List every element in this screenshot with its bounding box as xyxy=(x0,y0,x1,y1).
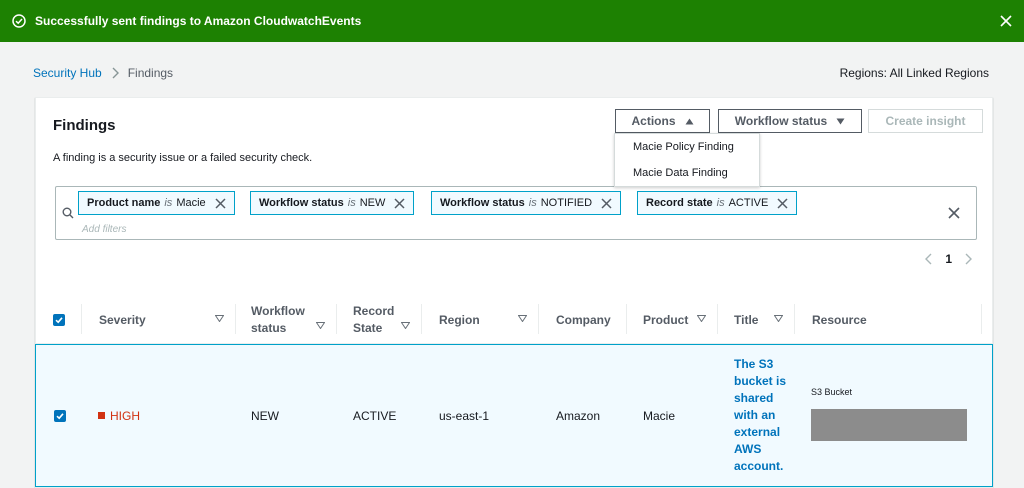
column-label: Resource xyxy=(812,312,867,327)
filter-token[interactable]: Workflow status is NEW xyxy=(250,191,415,215)
redacted-resource-id xyxy=(811,409,967,441)
menu-item-macie-policy-finding[interactable]: Macie Policy Finding xyxy=(615,134,759,160)
severity-cell: HIGH xyxy=(98,345,140,486)
filter-token-key: Record state xyxy=(646,197,713,209)
chevron-right-icon xyxy=(111,67,119,79)
column-header-product[interactable]: Product xyxy=(627,296,718,344)
column-header-title[interactable]: Title xyxy=(718,296,795,344)
remove-filter-icon[interactable] xyxy=(601,197,612,209)
column-header-region[interactable]: Region xyxy=(422,296,539,344)
column-header-resource[interactable]: Resource xyxy=(795,296,982,344)
filter-token-key: Workflow status xyxy=(259,197,344,209)
remove-filter-icon[interactable] xyxy=(215,197,226,209)
workflow-cell: NEW xyxy=(251,408,279,423)
sort-caret-icon xyxy=(401,322,410,329)
row-checkbox[interactable] xyxy=(54,409,66,422)
column-header-record-state[interactable]: Record State xyxy=(337,296,422,344)
actions-button-label: Actions xyxy=(631,114,676,128)
workflow-status-button[interactable]: Workflow status xyxy=(718,109,862,133)
page-description: A finding is a security issue or a faile… xyxy=(53,152,313,164)
menu-item-macie-data-finding[interactable]: Macie Data Finding xyxy=(615,160,759,186)
product-cell: Macie xyxy=(643,408,676,423)
column-label: Product xyxy=(643,312,689,327)
filter-token[interactable]: Product name is Macie xyxy=(78,191,235,215)
filter-token-value: NEW xyxy=(359,197,386,209)
filter-token-key: Workflow status xyxy=(440,197,525,209)
breadcrumb-current: Findings xyxy=(127,66,174,80)
select-all-checkbox[interactable] xyxy=(53,314,65,326)
filter-token-value: Macie xyxy=(176,197,206,209)
sort-caret-icon xyxy=(774,315,783,322)
table-row[interactable]: HIGH NEW ACTIVE us-east-1 Amazon Macie T… xyxy=(35,344,993,487)
filter-token-operator: is xyxy=(164,197,173,209)
caret-down-icon xyxy=(836,118,845,125)
regions-indicator: Regions: All Linked Regions xyxy=(839,66,989,80)
filter-bar[interactable]: Product name is Macie Workflow status is… xyxy=(55,186,977,240)
breadcrumb-security-hub-link[interactable]: Security Hub xyxy=(33,66,102,80)
sort-caret-icon xyxy=(518,315,527,322)
page-number[interactable]: 1 xyxy=(945,252,952,266)
filter-token[interactable]: Workflow status is NOTIFIED xyxy=(431,191,622,215)
column-label: Company xyxy=(556,312,611,327)
actions-button[interactable]: Actions xyxy=(615,109,710,133)
create-insight-button: Create insight xyxy=(868,109,983,133)
findings-panel: Findings A finding is a security issue o… xyxy=(35,97,993,488)
chevron-left-icon[interactable] xyxy=(925,253,933,265)
search-icon xyxy=(62,207,74,219)
sort-caret-icon xyxy=(215,315,224,322)
column-label: Severity xyxy=(99,312,146,327)
breadcrumb: Security Hub Findings xyxy=(33,66,173,80)
filter-token[interactable]: Record state is ACTIVE xyxy=(637,191,798,215)
table-header: Severity Workflow status Record State Regi… xyxy=(36,296,992,344)
record-state-cell: ACTIVE xyxy=(353,408,397,423)
flash-message: Successfully sent findings to Amazon Clo… xyxy=(35,14,362,28)
workflow-status-button-label: Workflow status xyxy=(734,114,828,128)
filter-token-operator: is xyxy=(528,197,537,209)
check-circle-icon xyxy=(12,14,26,28)
sort-caret-icon xyxy=(316,322,325,329)
create-insight-button-label: Create insight xyxy=(885,114,966,128)
column-label: Title xyxy=(734,312,759,327)
caret-up-icon xyxy=(685,118,694,125)
remove-filter-icon[interactable] xyxy=(394,197,405,209)
finding-title-link[interactable]: The S3 bucket is shared with an external… xyxy=(734,356,792,475)
actions-dropdown-menu: Macie Policy Finding Macie Data Finding xyxy=(614,133,760,187)
remove-filter-icon[interactable] xyxy=(777,197,788,209)
column-label: Workflow status xyxy=(251,304,305,335)
column-header-company[interactable]: Company xyxy=(539,296,627,344)
success-flash-banner: Successfully sent findings to Amazon Clo… xyxy=(0,0,1024,42)
row-select-cell xyxy=(37,345,83,486)
page-title: Findings xyxy=(53,117,116,134)
sort-caret-icon xyxy=(697,315,706,322)
resource-type: S3 Bucket xyxy=(811,387,853,397)
title-cell: The S3 bucket is shared with an external… xyxy=(734,345,792,486)
column-header-severity[interactable]: Severity xyxy=(82,296,236,344)
filter-token-key: Product name xyxy=(87,197,161,209)
filter-token-operator: is xyxy=(347,197,356,209)
column-label: Record State xyxy=(353,304,395,335)
close-icon[interactable] xyxy=(998,13,1014,29)
add-filters-placeholder[interactable]: Add filters xyxy=(82,224,126,235)
severity-value: HIGH xyxy=(110,408,140,423)
column-label: Region xyxy=(439,312,480,327)
chevron-right-icon[interactable] xyxy=(964,253,972,265)
filter-token-value: ACTIVE xyxy=(728,197,769,209)
pagination: 1 xyxy=(925,252,972,266)
column-header-workflow-status[interactable]: Workflow status xyxy=(236,296,337,344)
clear-filters-icon[interactable] xyxy=(948,207,960,219)
severity-square-icon xyxy=(98,412,105,419)
filter-token-value: NOTIFIED xyxy=(540,197,593,209)
company-cell: Amazon xyxy=(556,408,601,423)
region-cell: us-east-1 xyxy=(439,408,490,423)
select-all-column xyxy=(36,296,82,344)
filter-token-operator: is xyxy=(716,197,725,209)
